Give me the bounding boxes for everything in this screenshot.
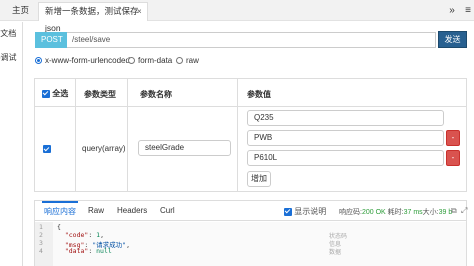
row-checkbox[interactable]	[43, 145, 51, 153]
header-param-value: 参数值	[247, 90, 271, 99]
radio-urlencoded[interactable]: x-www-form-urlencoded	[35, 56, 130, 65]
radio-raw-label: raw	[186, 56, 199, 65]
response-meta: 响应码:200 OK 耗时:37 ms大小:39 b	[339, 207, 452, 217]
tab-headers[interactable]: Headers	[117, 201, 147, 221]
tab-current-api-label: 新增一条数据，测试保存json	[45, 6, 139, 33]
radio-unchecked-icon	[128, 57, 135, 64]
param-value-input[interactable]: PWB	[247, 130, 444, 146]
time-label: 耗时:	[387, 209, 404, 216]
checkbox-checked-icon[interactable]	[284, 207, 292, 216]
header-param-name: 参数名称	[140, 90, 172, 99]
tab-current-api[interactable]: 新增一条数据，测试保存json ×	[38, 2, 148, 33]
copy-icon[interactable]: ⧉	[451, 206, 457, 216]
column-divider	[237, 79, 238, 191]
header-param-type: 参数类型	[84, 90, 116, 99]
response-body: 1 2 3 4 { "code": 1, "msg": "请求成功", "dat…	[35, 222, 466, 266]
delete-value-button[interactable]: -	[446, 130, 460, 146]
line-number: 2	[39, 231, 43, 239]
add-value-button[interactable]: 增加	[247, 171, 271, 187]
code-line: "code": 1,	[64, 231, 104, 239]
radio-urlencoded-label: x-www-form-urlencoded	[45, 56, 130, 65]
radio-form-data-label: form-data	[138, 56, 173, 65]
line-number: 3	[39, 239, 43, 247]
time-value: 37 ms	[403, 209, 423, 216]
line-number: 1	[39, 223, 43, 231]
status-code: 200 OK	[361, 209, 386, 216]
double-chevron-right-icon[interactable]: »	[445, 2, 459, 19]
param-name-input[interactable]: steelGrade	[138, 140, 231, 156]
radio-checked-icon	[35, 57, 42, 64]
column-divider	[75, 79, 76, 191]
field-note: 数据	[329, 249, 342, 256]
method-label[interactable]: POST	[35, 32, 67, 48]
size-label: 大小:	[422, 209, 439, 216]
code-line: {	[57, 223, 61, 231]
expand-icon[interactable]: ⤢	[461, 206, 467, 216]
tab-curl[interactable]: Curl	[160, 201, 175, 221]
param-type-cell: query(array)	[82, 144, 126, 153]
url-input[interactable]: /steel/save	[67, 32, 436, 48]
params-table: 全选 参数类型 参数名称 参数值 query(array) steelGrade…	[34, 78, 467, 192]
tab-raw[interactable]: Raw	[88, 201, 104, 221]
tab-home[interactable]: 主页	[12, 2, 29, 21]
select-all[interactable]: 全选	[42, 88, 68, 99]
menu-icon[interactable]: ≡	[461, 2, 474, 19]
sidebar-item-doc-label: 文档	[0, 29, 17, 38]
column-divider	[127, 79, 128, 191]
show-desc-label: 显示说明	[294, 207, 327, 216]
json-key: "data"	[64, 247, 89, 255]
radio-unchecked-icon	[176, 57, 183, 64]
sidebar: ■文档 ▪调试	[0, 22, 23, 266]
line-gutter	[35, 222, 53, 266]
status-label: 响应码:	[339, 209, 362, 216]
json-key: "code"	[64, 231, 89, 239]
radio-raw[interactable]: raw	[176, 56, 199, 65]
response-tabs: 响应内容 Raw Headers Curl 显示说明 响应码:200 OK 耗时…	[35, 201, 467, 221]
param-value-input[interactable]: P610L	[247, 150, 444, 166]
line-number: 4	[39, 247, 43, 255]
tab-bar: 主页 新增一条数据，测试保存json × » ≡	[0, 0, 474, 33]
sidebar-item-doc[interactable]: ■文档	[0, 28, 16, 39]
checkbox-checked-icon[interactable]	[42, 89, 50, 98]
select-all-label: 全选	[52, 89, 69, 98]
send-button[interactable]: 发送	[438, 31, 467, 48]
json-value: null	[96, 247, 112, 255]
close-icon[interactable]: ×	[137, 3, 142, 20]
radio-form-data[interactable]: form-data	[128, 56, 172, 65]
code-line: "data": null	[64, 247, 112, 255]
sidebar-item-debug[interactable]: ▪调试	[0, 52, 16, 63]
tab-response-content[interactable]: 响应内容	[42, 201, 78, 221]
delete-value-button[interactable]: -	[446, 150, 460, 166]
json-value: 1	[96, 231, 101, 239]
show-desc-toggle[interactable]: 显示说明	[284, 206, 326, 217]
sidebar-item-debug-label: 调试	[0, 53, 17, 62]
response-panel: 响应内容 Raw Headers Curl 显示说明 响应码:200 OK 耗时…	[34, 200, 467, 266]
param-value-input[interactable]: Q235	[247, 110, 444, 126]
